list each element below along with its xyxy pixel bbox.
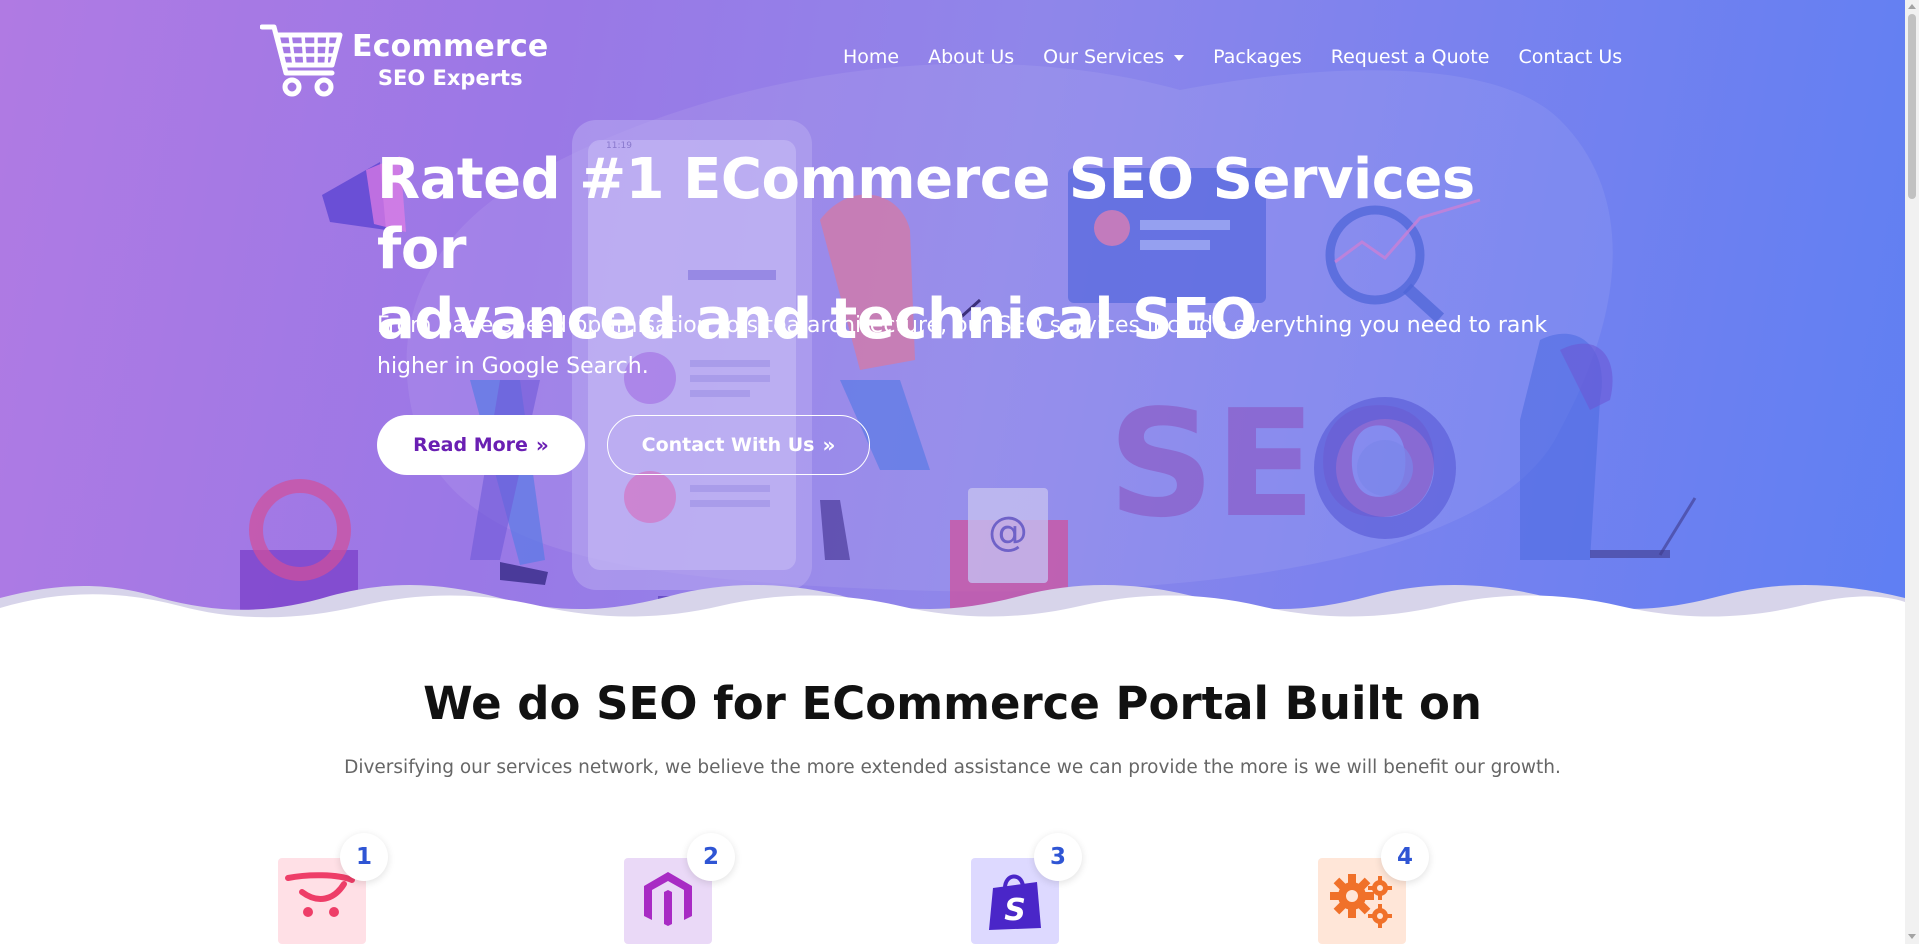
scrollbar-thumb[interactable]	[1908, 14, 1916, 199]
svg-text:S: S	[1004, 893, 1026, 928]
platforms-title: We do SEO for ECommerce Portal Built on	[423, 677, 1482, 730]
logo-text: Ecommerce SEO Experts	[352, 28, 549, 90]
nav-contact-us[interactable]: Contact Us	[1518, 46, 1622, 68]
nav-our-services-label: Our Services	[1043, 46, 1165, 68]
contact-with-us-button[interactable]: Contact With Us »	[607, 415, 870, 475]
svg-text:@: @	[988, 509, 1028, 555]
read-more-label: Read More	[413, 434, 528, 456]
hero-wave-divider	[0, 585, 1905, 625]
nav-home[interactable]: Home	[843, 46, 899, 68]
contact-with-us-label: Contact With Us	[641, 434, 815, 456]
platform-number-badge: 3	[1034, 833, 1082, 881]
nav-packages[interactable]: Packages	[1213, 46, 1302, 68]
double-chevron-right-icon: »	[535, 433, 549, 457]
platform-number-badge: 4	[1381, 833, 1429, 881]
hero-subtitle: From page speed optimisation to sitea ar…	[377, 313, 1548, 379]
nav-about-us-label: About Us	[928, 46, 1015, 68]
scroll-down-arrow-icon[interactable]	[1908, 934, 1916, 939]
site-logo[interactable]: Ecommerce SEO Experts	[260, 20, 550, 100]
platform-number-badge: 2	[687, 833, 735, 881]
nav-packages-label: Packages	[1213, 46, 1302, 68]
nav-request-quote[interactable]: Request a Quote	[1331, 46, 1490, 68]
double-chevron-right-icon: »	[822, 433, 836, 457]
scroll-up-arrow-icon[interactable]	[1908, 4, 1916, 9]
platforms-subtitle: Diversifying our services network, we be…	[344, 757, 1561, 778]
nav-our-services[interactable]: Our Services	[1043, 46, 1185, 68]
read-more-button[interactable]: Read More »	[377, 415, 585, 475]
vertical-scrollbar[interactable]	[1905, 0, 1919, 944]
platform-number-badge: 1	[340, 833, 388, 881]
nav-about-us[interactable]: About Us	[928, 46, 1014, 68]
hero-section: 11:19 SEO @ Ecommerce SEO Experts Home A…	[0, 0, 1905, 625]
hero-title-line1: Rated #1 ECommerce SEO Services for	[377, 147, 1475, 282]
logo-subtitle: SEO Experts	[377, 65, 523, 90]
nav-contact-us-label: Contact Us	[1518, 46, 1623, 68]
chevron-down-icon	[1174, 55, 1185, 61]
nav-request-quote-label: Request a Quote	[1330, 46, 1490, 68]
main-nav: Home About Us Our Services Packages Requ…	[843, 46, 1622, 68]
shopping-cart-icon	[260, 24, 343, 97]
logo-title: Ecommerce	[352, 28, 549, 64]
nav-home-label: Home	[843, 46, 900, 68]
